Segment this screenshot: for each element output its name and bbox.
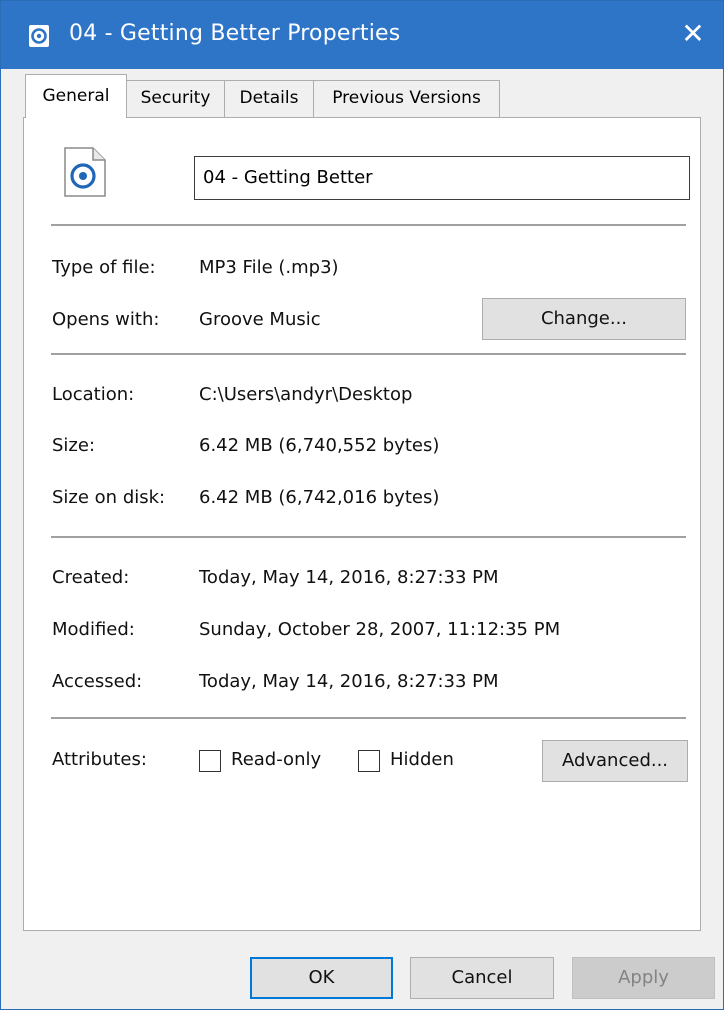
change-button[interactable]: Change... <box>482 298 686 340</box>
read-only-checkbox[interactable] <box>199 750 221 772</box>
properties-dialog: 04 - Getting Better Properties ✕ General… <box>0 0 724 1010</box>
location-label: Location: <box>52 384 135 405</box>
read-only-label[interactable]: Read-only <box>231 749 321 770</box>
separator <box>51 536 686 538</box>
apply-button[interactable]: Apply <box>572 957 715 999</box>
advanced-button[interactable]: Advanced... <box>542 740 688 782</box>
window-title: 04 - Getting Better Properties <box>69 21 401 46</box>
tab-general[interactable]: General <box>25 74 127 118</box>
tab-previous-versions[interactable]: Previous Versions <box>313 80 500 117</box>
modified-label: Modified: <box>52 619 135 640</box>
groove-music-file-icon <box>63 146 107 198</box>
created-label: Created: <box>52 567 130 588</box>
type-of-file-value: MP3 File (.mp3) <box>199 257 339 278</box>
modified-value: Sunday, October 28, 2007, 11:12:35 PM <box>199 619 561 640</box>
general-tab-panel <box>23 117 701 931</box>
size-value: 6.42 MB (6,740,552 bytes) <box>199 435 440 456</box>
separator <box>51 224 686 226</box>
opens-with-value: Groove Music <box>199 309 321 330</box>
size-on-disk-label: Size on disk: <box>52 487 166 508</box>
cancel-button[interactable]: Cancel <box>410 957 554 999</box>
opens-with-label: Opens with: <box>52 309 160 330</box>
tab-details[interactable]: Details <box>224 80 314 117</box>
size-label: Size: <box>52 435 96 456</box>
accessed-value: Today, May 14, 2016, 8:27:33 PM <box>199 671 499 692</box>
size-on-disk-value: 6.42 MB (6,742,016 bytes) <box>199 487 440 508</box>
attributes-label: Attributes: <box>52 749 147 770</box>
created-value: Today, May 14, 2016, 8:27:33 PM <box>199 567 499 588</box>
close-button[interactable]: ✕ <box>663 1 723 69</box>
hidden-label[interactable]: Hidden <box>390 749 454 770</box>
title-bar[interactable]: 04 - Getting Better Properties ✕ <box>1 1 723 69</box>
separator <box>51 717 686 719</box>
music-file-icon <box>29 25 49 47</box>
tab-security[interactable]: Security <box>126 80 225 117</box>
file-name-input[interactable]: 04 - Getting Better <box>194 156 690 200</box>
hidden-checkbox[interactable] <box>358 750 380 772</box>
separator <box>51 353 686 355</box>
location-value: C:\Users\andyr\Desktop <box>199 384 413 405</box>
ok-button[interactable]: OK <box>250 957 393 999</box>
type-of-file-label: Type of file: <box>52 257 156 278</box>
accessed-label: Accessed: <box>52 671 143 692</box>
